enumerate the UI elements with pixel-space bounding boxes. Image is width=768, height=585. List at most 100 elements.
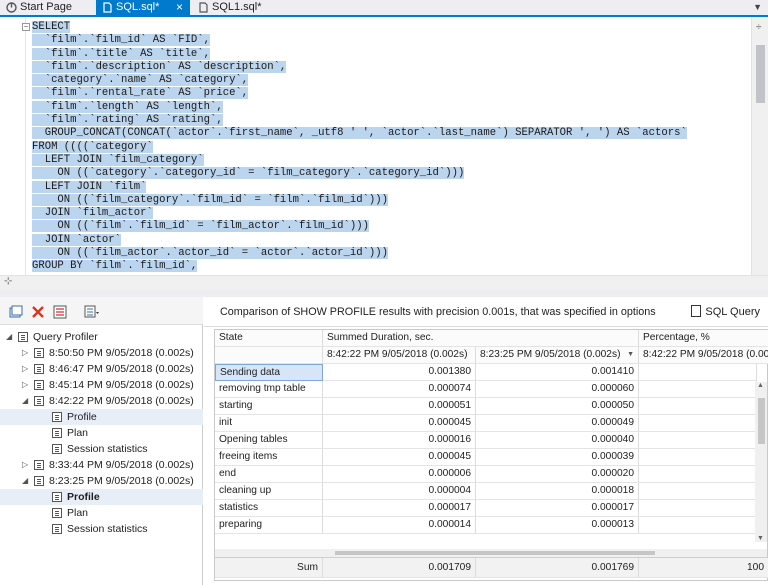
table-row[interactable]: starting 0.000051 0.000050 bbox=[215, 398, 757, 415]
code-line[interactable]: `category`.`name` AS `category`, bbox=[32, 74, 687, 87]
sort-descending-icon[interactable]: ▼ bbox=[627, 347, 634, 363]
cell-percentage[interactable] bbox=[639, 483, 757, 500]
tree-node[interactable]: Session statistics bbox=[0, 521, 203, 537]
cell-state[interactable]: end bbox=[215, 466, 323, 483]
table-row[interactable]: cleaning up 0.000004 0.000018 bbox=[215, 483, 757, 500]
tree-node[interactable]: Session statistics bbox=[0, 441, 203, 457]
close-icon[interactable]: × bbox=[176, 0, 183, 15]
expanded-arrow-icon[interactable]: ◢ bbox=[22, 473, 28, 489]
cell-duration-session-1[interactable]: 0.000045 bbox=[323, 449, 476, 466]
delete-icon[interactable] bbox=[30, 304, 46, 320]
cell-percentage[interactable] bbox=[639, 517, 757, 534]
column-header-state[interactable]: State bbox=[215, 330, 323, 347]
tab-start-page[interactable]: Start Page bbox=[0, 0, 96, 15]
cell-duration-session-1[interactable]: 0.000016 bbox=[323, 432, 476, 449]
code-line[interactable]: `film`.`film_id` AS `FID`, bbox=[32, 34, 687, 47]
new-profile-icon[interactable] bbox=[8, 304, 24, 320]
code-area[interactable]: SELECT `film`.`film_id` AS `FID`, `film`… bbox=[32, 21, 687, 274]
code-line[interactable]: `film`.`title` AS `title`, bbox=[32, 47, 687, 61]
code-line[interactable]: `film`.`description` AS `description`, bbox=[32, 60, 687, 74]
cell-percentage[interactable] bbox=[639, 500, 757, 517]
cell-duration-session-1[interactable]: 0.000051 bbox=[323, 398, 476, 415]
code-line[interactable]: `film`.`rating` AS `rating`, bbox=[32, 114, 687, 127]
table-row[interactable]: end 0.000006 0.000020 bbox=[215, 466, 757, 483]
collapsed-arrow-icon[interactable]: ▷ bbox=[22, 345, 28, 361]
cell-percentage[interactable] bbox=[639, 381, 757, 398]
cell-duration-session-2[interactable]: 0.000018 bbox=[476, 483, 639, 500]
grid-horizontal-scrollbar[interactable] bbox=[215, 549, 767, 557]
table-row[interactable]: statistics 0.000017 0.000017 bbox=[215, 500, 757, 517]
cell-state[interactable]: freeing items bbox=[215, 449, 323, 466]
cell-state[interactable]: starting bbox=[215, 398, 323, 415]
expanded-arrow-icon[interactable]: ◢ bbox=[6, 329, 12, 345]
scrollbar-thumb[interactable] bbox=[758, 398, 765, 444]
table-row[interactable]: freeing items 0.000045 0.000039 bbox=[215, 449, 757, 466]
cell-duration-session-2[interactable]: 0.000050 bbox=[476, 398, 639, 415]
code-line[interactable]: ON ((`film`.`film_id` = `film_actor`.`fi… bbox=[32, 220, 687, 233]
sql-query-button[interactable]: SQL Query bbox=[691, 297, 760, 327]
cell-duration-session-1[interactable]: 0.000074 bbox=[323, 381, 476, 398]
code-line[interactable]: JOIN `film_actor` bbox=[32, 207, 687, 220]
code-line[interactable]: SELECT bbox=[32, 21, 687, 34]
tree-node[interactable]: ◢ 8:23:25 PM 9/05/2018 (0.002s) bbox=[0, 473, 203, 489]
cell-duration-session-2[interactable]: 0.001410 bbox=[476, 364, 639, 381]
cell-duration-session-2[interactable]: 0.000040 bbox=[476, 432, 639, 449]
column-subheader-percentage-session[interactable]: 8:42:22 PM 9/05/2018 (0.00 bbox=[639, 347, 768, 364]
column-subheader-session-1[interactable]: 8:42:22 PM 9/05/2018 (0.002s) bbox=[323, 347, 476, 364]
collapse-icon[interactable]: − bbox=[22, 23, 30, 31]
code-line[interactable]: LEFT JOIN `film` bbox=[32, 180, 687, 194]
split-icon[interactable]: ÷ bbox=[756, 22, 762, 33]
code-line[interactable]: ON ((`film_actor`.`actor_id` = `actor`.`… bbox=[32, 247, 687, 260]
cell-duration-session-1[interactable]: 0.000017 bbox=[323, 500, 476, 517]
cell-duration-session-2[interactable]: 0.000013 bbox=[476, 517, 639, 534]
code-line[interactable]: GROUP BY `film`.`film_id`, bbox=[32, 260, 687, 273]
cell-duration-session-2[interactable]: 0.000017 bbox=[476, 500, 639, 517]
cell-duration-session-1[interactable]: 0.000045 bbox=[323, 415, 476, 432]
column-header-summed-duration[interactable]: Summed Duration, sec. bbox=[323, 330, 639, 347]
cell-state[interactable]: Opening tables bbox=[215, 432, 323, 449]
cell-percentage[interactable] bbox=[639, 415, 757, 432]
code-line[interactable]: `film`.`rental_rate` AS `price`, bbox=[32, 87, 687, 100]
tree-node[interactable]: ◢ 8:42:22 PM 9/05/2018 (0.002s) bbox=[0, 393, 203, 409]
table-row[interactable]: Opening tables 0.000016 0.000040 bbox=[215, 432, 757, 449]
tree-node[interactable]: ◢ Query Profiler bbox=[0, 329, 203, 345]
collapsed-arrow-icon[interactable]: ▷ bbox=[22, 377, 28, 393]
cell-duration-session-2[interactable]: 0.000020 bbox=[476, 466, 639, 483]
cell-state[interactable]: init bbox=[215, 415, 323, 432]
tree-node[interactable]: Profile bbox=[0, 489, 203, 505]
compare-icon[interactable] bbox=[52, 304, 68, 320]
cell-percentage[interactable] bbox=[639, 466, 757, 483]
table-row[interactable]: preparing 0.000014 0.000013 bbox=[215, 517, 757, 534]
cell-state[interactable]: cleaning up bbox=[215, 483, 323, 500]
tree-node[interactable]: ▷ 8:46:47 PM 9/05/2018 (0.002s) bbox=[0, 361, 203, 377]
column-subheader-session-2[interactable]: 8:23:25 PM 9/05/2018 (0.002s) ▼ bbox=[476, 347, 639, 364]
cell-duration-session-2[interactable]: 0.000060 bbox=[476, 381, 639, 398]
scrollbar-thumb[interactable] bbox=[335, 551, 655, 555]
cell-duration-session-2[interactable]: 0.000049 bbox=[476, 415, 639, 432]
tree-node[interactable]: Plan bbox=[0, 425, 203, 441]
grid-vertical-scrollbar[interactable]: ▲ ▼ bbox=[755, 382, 767, 542]
layout-dropdown-icon[interactable] bbox=[84, 304, 100, 320]
sql-editor[interactable]: − SELECT `film`.`film_id` AS `FID`, `fil… bbox=[0, 17, 768, 289]
code-line[interactable]: LEFT JOIN `film_category` bbox=[32, 153, 687, 167]
cell-percentage[interactable] bbox=[639, 398, 757, 415]
code-line[interactable]: FROM ((((`category` bbox=[32, 140, 687, 154]
expanded-arrow-icon[interactable]: ◢ bbox=[22, 393, 28, 409]
tab-list-dropdown-icon[interactable]: ▼ bbox=[753, 0, 762, 15]
collapsed-arrow-icon[interactable]: ▷ bbox=[22, 361, 28, 377]
tree-node[interactable]: ▷ 8:45:14 PM 9/05/2018 (0.002s) bbox=[0, 377, 203, 393]
code-line[interactable]: GROUP_CONCAT(CONCAT(`actor`.`first_name`… bbox=[32, 127, 687, 140]
cell-percentage[interactable] bbox=[639, 364, 757, 381]
cell-duration-session-1[interactable]: 0.001380 bbox=[323, 364, 476, 381]
cell-duration-session-2[interactable]: 0.000039 bbox=[476, 449, 639, 466]
tree-node[interactable]: ▷ 8:33:44 PM 9/05/2018 (0.002s) bbox=[0, 457, 203, 473]
cell-duration-session-1[interactable]: 0.000006 bbox=[323, 466, 476, 483]
cell-duration-session-1[interactable]: 0.000004 bbox=[323, 483, 476, 500]
profiler-tree[interactable]: ◢ Query Profiler ▷ 8:50:50 PM 9/05/2018 (0.… bbox=[0, 329, 203, 537]
code-line[interactable]: `film`.`length` AS `length`, bbox=[32, 100, 687, 114]
code-line[interactable]: JOIN `actor` bbox=[32, 233, 687, 247]
scroll-up-icon[interactable]: ▲ bbox=[757, 382, 764, 389]
collapsed-arrow-icon[interactable]: ▷ bbox=[22, 457, 28, 473]
editor-horizontal-scrollbar[interactable]: ⊹ bbox=[0, 275, 768, 289]
scrollbar-thumb[interactable] bbox=[756, 45, 765, 103]
